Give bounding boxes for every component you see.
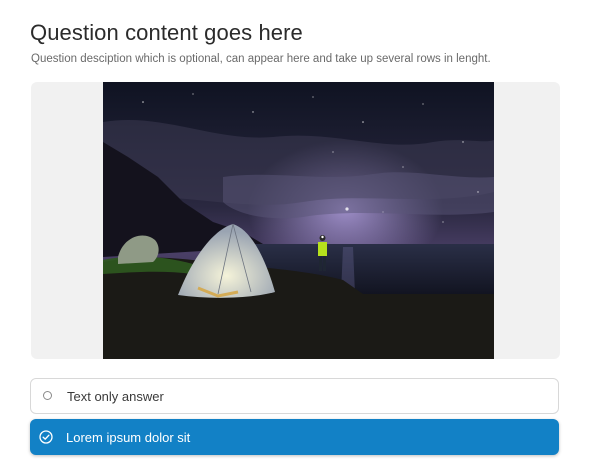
answer-label: Text only answer <box>67 389 164 404</box>
question-description: Question desciption which is optional, c… <box>31 53 491 65</box>
question-image <box>103 82 494 359</box>
check-circle-icon <box>39 430 53 444</box>
radio-circle-icon <box>43 391 52 400</box>
question-media-container <box>31 82 560 359</box>
answer-label: Lorem ipsum dolor sit <box>66 430 191 445</box>
answer-option-selected[interactable]: Lorem ipsum dolor sit <box>30 419 559 455</box>
question-title: Question content goes here <box>30 20 303 45</box>
answer-option-text-only[interactable]: Text only answer <box>30 378 559 414</box>
